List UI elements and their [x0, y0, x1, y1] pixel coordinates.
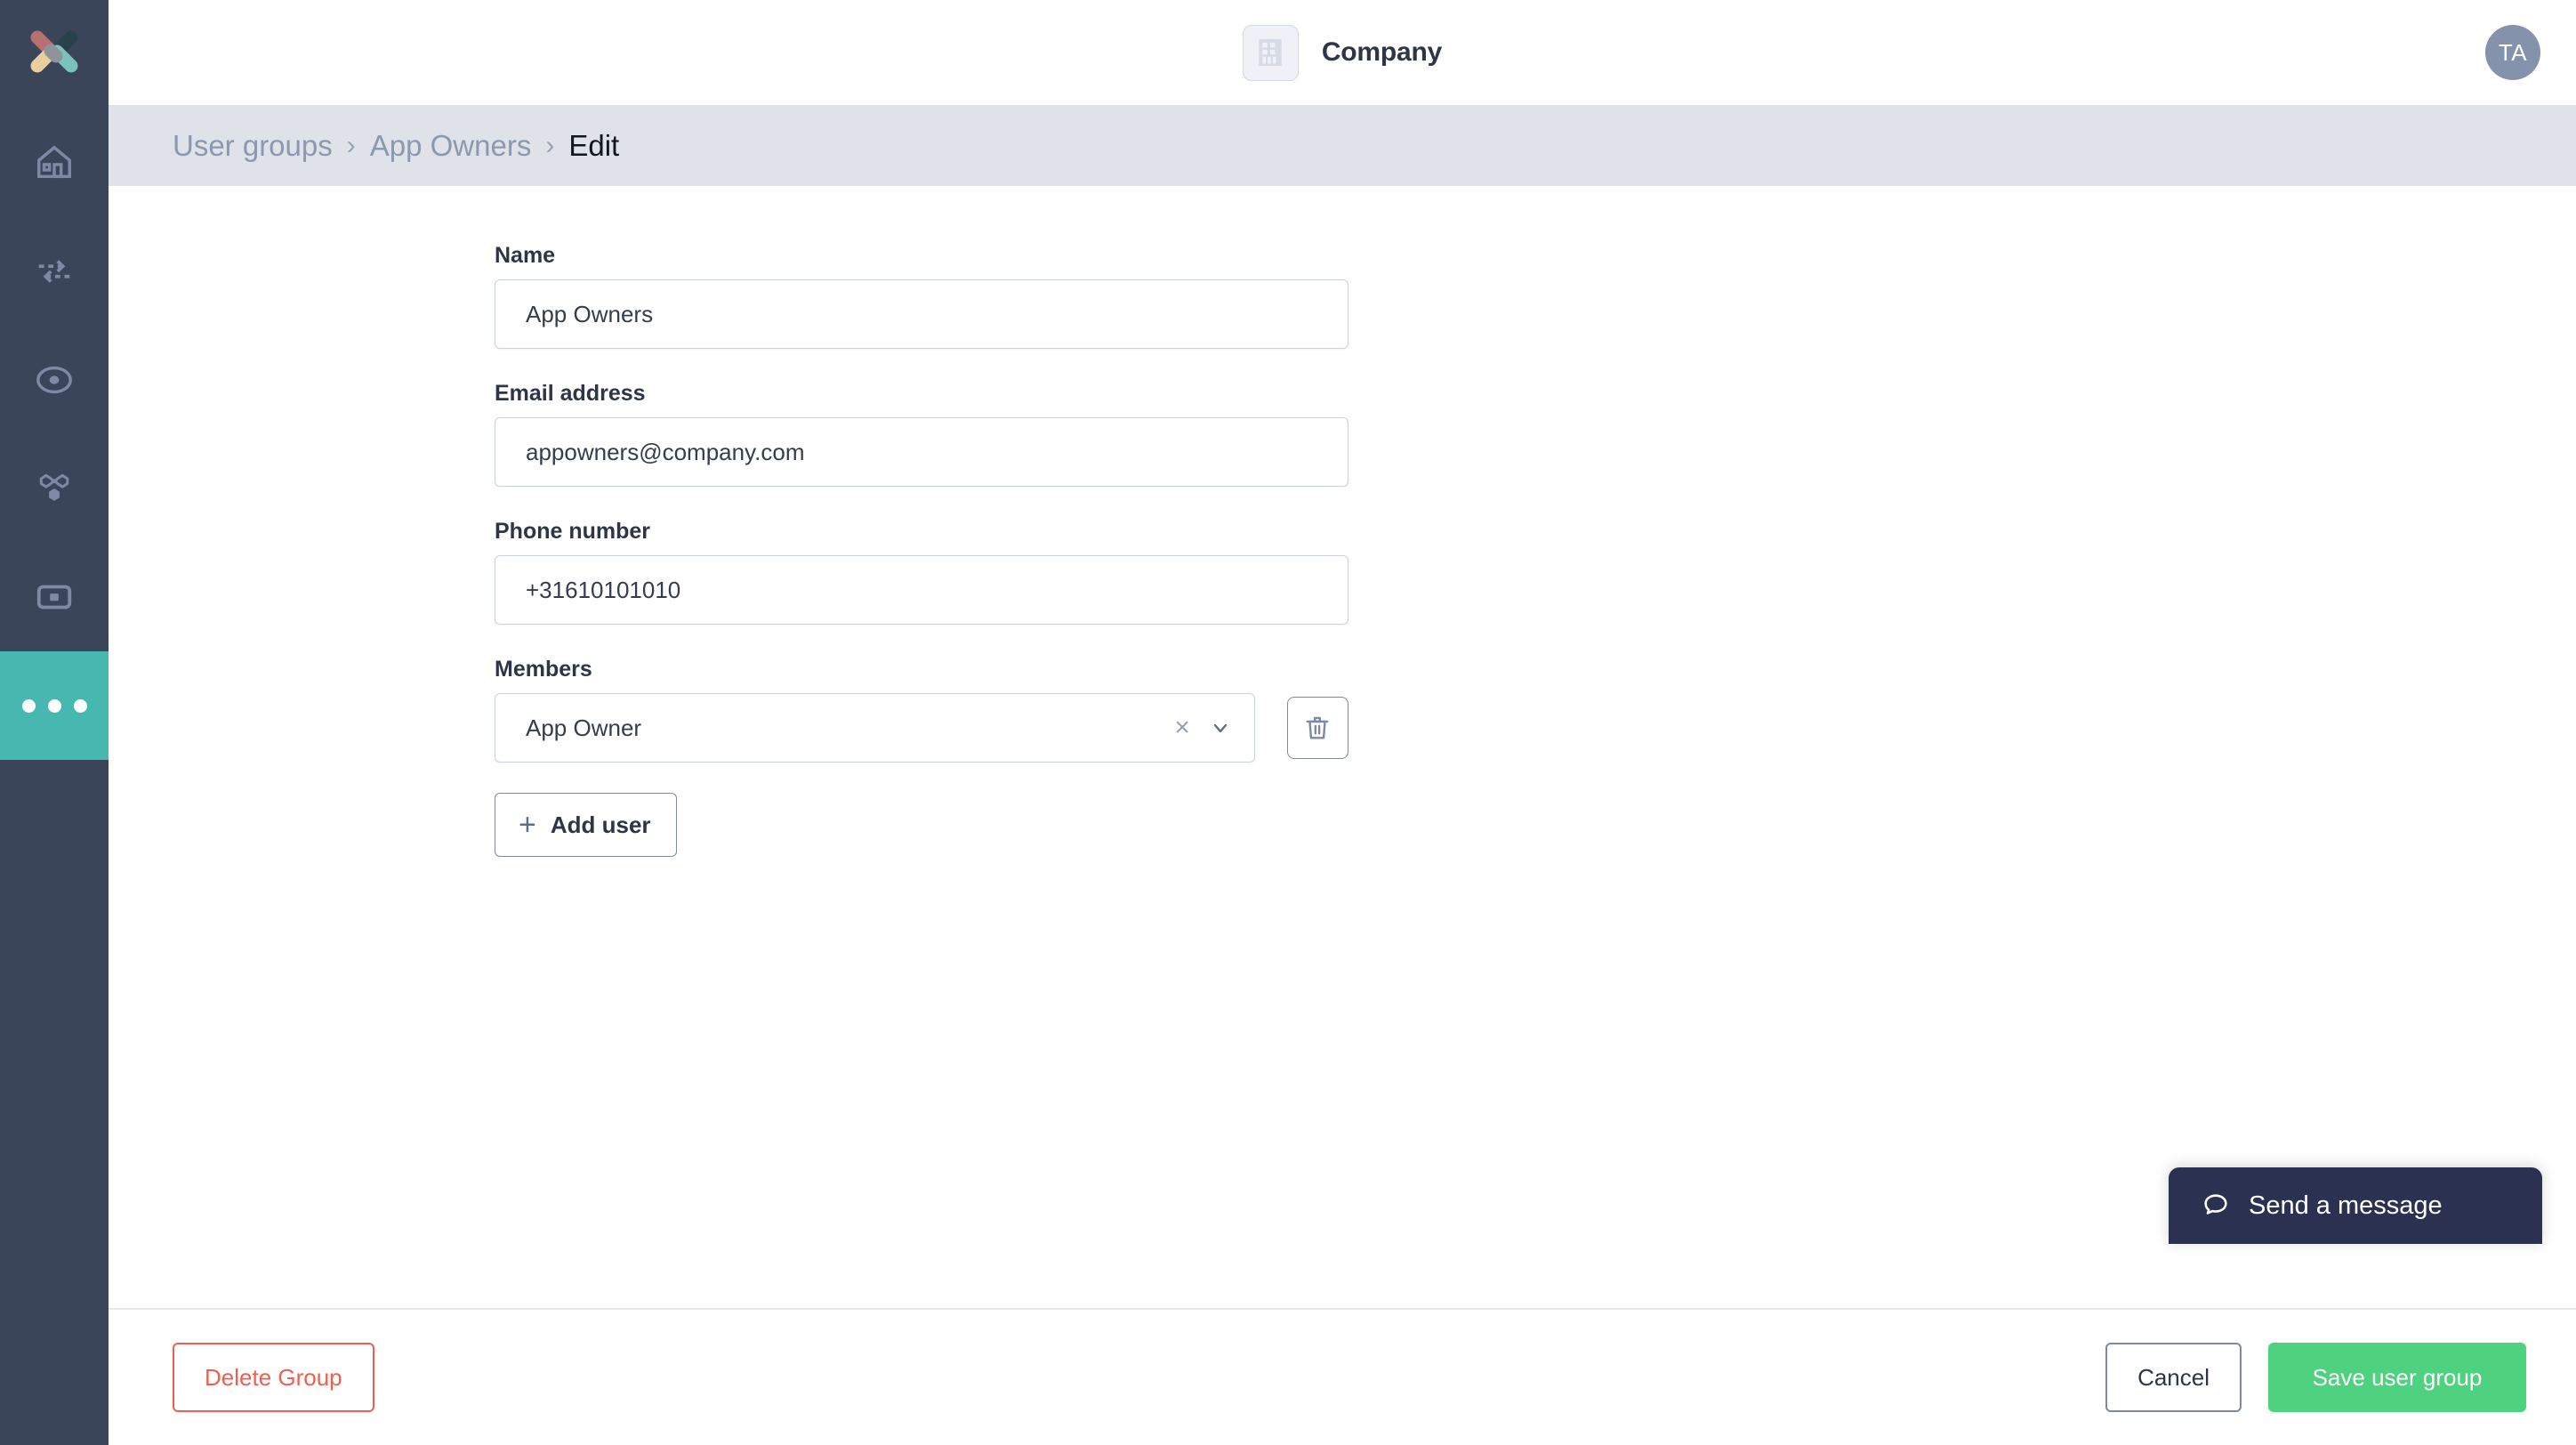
- members-label: Members: [495, 657, 592, 682]
- phone-input[interactable]: +31610101010: [495, 555, 1348, 625]
- chat-widget-label: Send a message: [2249, 1191, 2443, 1220]
- target-icon: [36, 366, 72, 394]
- sidebar-item-transfers[interactable]: [0, 217, 109, 326]
- top-bar: Company TA: [109, 0, 2576, 105]
- name-label: Name: [495, 243, 556, 268]
- add-user-label: Add user: [550, 811, 651, 838]
- app-root: Company TA User groups › App Owners › Ed…: [0, 0, 2576, 1445]
- sidebar-item-more[interactable]: [0, 651, 109, 760]
- name-input-value: App Owners: [526, 300, 654, 327]
- avatar-initials: TA: [2498, 38, 2528, 66]
- member-select-value: App Owner: [526, 714, 642, 741]
- cancel-button[interactable]: Cancel: [2105, 1343, 2242, 1412]
- sidebar-item-network[interactable]: [0, 434, 109, 543]
- breadcrumb-item-user-groups[interactable]: User groups: [173, 129, 333, 163]
- sidebar: [0, 0, 109, 1445]
- breadcrumb-separator: ›: [346, 130, 356, 160]
- add-user-button[interactable]: + Add user: [495, 793, 677, 857]
- chevron-down-glyph: [1213, 723, 1228, 733]
- field-name: Name App Owners: [495, 243, 1348, 349]
- avatar[interactable]: TA: [2485, 25, 2540, 80]
- building-icon: [1242, 24, 1299, 81]
- content-area: Name App Owners Email address appowners@…: [109, 186, 2576, 1308]
- building-glyph: [1259, 38, 1283, 67]
- plus-icon: +: [519, 808, 536, 842]
- member-row: App Owner ×: [495, 693, 1348, 763]
- sidebar-item-devices[interactable]: [0, 543, 109, 651]
- chevron-down-icon[interactable]: [1210, 717, 1231, 739]
- more-dots-icon: [21, 698, 87, 713]
- email-label: Email address: [495, 381, 646, 406]
- remove-member-button[interactable]: [1286, 697, 1348, 759]
- breadcrumb: User groups › App Owners › Edit: [109, 105, 2576, 186]
- name-input[interactable]: App Owners: [495, 279, 1348, 349]
- network-nodes-icon: [39, 473, 69, 501]
- member-select[interactable]: App Owner ×: [495, 693, 1255, 763]
- phone-label: Phone number: [495, 519, 651, 544]
- device-frame-icon: [36, 585, 72, 609]
- delete-group-button[interactable]: Delete Group: [173, 1343, 374, 1412]
- footer-action-bar: Delete Group Cancel Save user group: [109, 1308, 2576, 1445]
- email-input-value: appowners@company.com: [526, 438, 805, 465]
- email-input[interactable]: appowners@company.com: [495, 417, 1348, 487]
- phone-input-value: +31610101010: [526, 576, 681, 603]
- trash-icon: [1306, 716, 1330, 739]
- cancel-label: Cancel: [2137, 1363, 2210, 1391]
- chat-widget[interactable]: Send a message: [2169, 1167, 2542, 1244]
- field-phone: Phone number +31610101010: [495, 519, 1348, 625]
- breadcrumb-item-edit: Edit: [568, 128, 620, 162]
- speech-bubble-icon: [2204, 1194, 2227, 1215]
- user-group-form: Name App Owners Email address appowners@…: [495, 243, 1348, 857]
- home-icon: [37, 145, 71, 179]
- field-email: Email address appowners@company.com: [495, 381, 1348, 487]
- breadcrumb-separator: ›: [545, 130, 555, 160]
- main-column: Company TA User groups › App Owners › Ed…: [109, 0, 2576, 1445]
- save-user-group-button[interactable]: Save user group: [2268, 1343, 2526, 1412]
- crossed-bars-logo-icon: [30, 30, 78, 73]
- field-members: Members App Owner × + Add user: [495, 657, 1348, 857]
- app-logo[interactable]: [0, 0, 109, 109]
- exchange-arrows-icon: [38, 260, 70, 283]
- sidebar-item-target[interactable]: [0, 326, 109, 434]
- save-label: Save user group: [2312, 1363, 2483, 1391]
- sidebar-item-home[interactable]: [0, 109, 109, 217]
- clear-icon[interactable]: ×: [1174, 714, 1190, 741]
- company-name: Company: [1321, 37, 1443, 67]
- company-identity: Company: [109, 24, 2576, 81]
- breadcrumb-item-app-owners[interactable]: App Owners: [370, 129, 532, 163]
- delete-group-label: Delete Group: [205, 1363, 342, 1391]
